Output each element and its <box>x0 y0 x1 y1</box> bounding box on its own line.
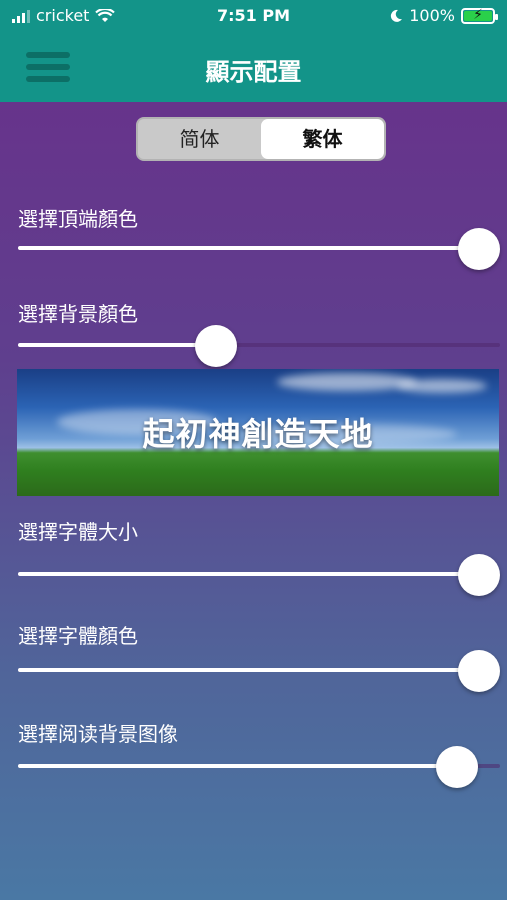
font-size-slider[interactable] <box>18 554 500 596</box>
moon-icon <box>391 9 403 22</box>
status-right: 100% ⚡ <box>389 6 498 25</box>
background-color-slider[interactable] <box>18 325 500 367</box>
reading-background-label: 選擇阅读背景图像 <box>18 722 178 746</box>
font-size-label: 選擇字體大小 <box>18 520 138 544</box>
font-color-slider[interactable] <box>18 650 500 692</box>
slider-fill <box>18 343 216 347</box>
slider-fill <box>18 764 457 768</box>
slider-thumb[interactable] <box>458 554 500 596</box>
nav-bar: 顯示配置 <box>0 32 507 102</box>
font-color-label: 選擇字體顏色 <box>18 624 138 648</box>
slider-fill <box>18 668 479 672</box>
battery-percent: 100% <box>409 6 455 25</box>
slider-fill <box>18 572 479 576</box>
preview-banner: 起初神創造天地 <box>17 369 499 496</box>
top-color-slider[interactable] <box>18 228 500 270</box>
preview-text: 起初神創造天地 <box>142 415 374 453</box>
slider-thumb[interactable] <box>435 746 478 788</box>
segment-simplified[interactable]: 简体 <box>138 119 261 159</box>
background-color-label: 選擇背景顏色 <box>18 302 138 326</box>
slider-thumb[interactable] <box>458 650 500 692</box>
slider-thumb[interactable] <box>194 325 237 367</box>
segment-traditional[interactable]: 繁体 <box>261 119 384 159</box>
reading-background-slider[interactable] <box>18 746 500 788</box>
slider-fill <box>18 246 479 250</box>
script-segmented-control: 简体 繁体 <box>136 117 386 161</box>
status-bar: cricket 7:51 PM 100% ⚡ <box>0 0 507 32</box>
battery-icon: ⚡ <box>461 7 498 24</box>
page-title: 顯示配置 <box>205 58 302 86</box>
slider-thumb[interactable] <box>458 228 500 270</box>
